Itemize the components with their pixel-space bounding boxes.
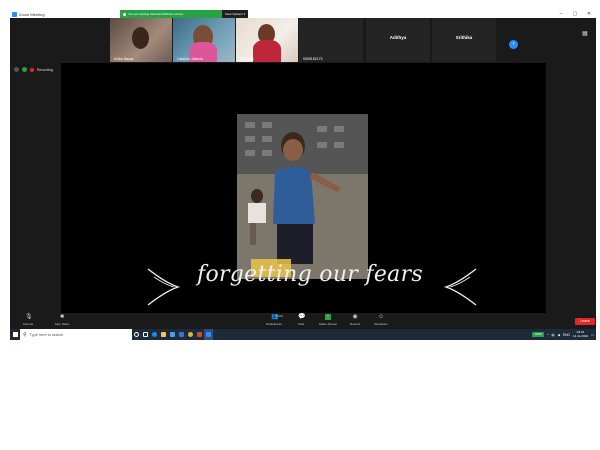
maximize-button[interactable]: ▢	[568, 10, 582, 18]
record-icon: ◉	[352, 314, 358, 320]
close-button[interactable]: ✕	[582, 10, 596, 18]
stop-video-button[interactable]: ■ Stop Video	[46, 314, 78, 328]
participant-name: Adithya	[389, 35, 407, 40]
participant-name: Bhuthavi	[240, 57, 254, 61]
recording-label: Recording	[37, 67, 53, 72]
task-view-icon[interactable]	[141, 329, 150, 340]
gallery-view-icon[interactable]: ▦	[582, 30, 592, 38]
share-screen-icon: ↑	[325, 314, 331, 320]
microphone-icon: 🎙	[25, 314, 33, 320]
video-camera-icon: ■	[60, 314, 64, 320]
participant-tile[interactable]: 9309152173	[299, 18, 363, 62]
notifications-icon[interactable]: ▭	[591, 333, 594, 337]
volume-icon[interactable]: ◀	[557, 333, 559, 337]
system-tray: 100% ^ ▤ ◀ ENG 08:24 12-11-2020 ▭	[532, 329, 594, 340]
zoom-app-icon	[12, 11, 17, 17]
window-title: Zoom Meeting	[19, 11, 45, 17]
shared-photo-scene	[237, 114, 368, 279]
screen-share-banner: You are viewing Santoshi Mishra's screen…	[120, 10, 248, 18]
participant-video-feed	[132, 27, 149, 49]
chat-icon: 💬	[298, 314, 306, 320]
participant-tile[interactable]: Adithya	[366, 18, 430, 62]
shared-caption: forgetting our fears	[197, 262, 423, 287]
screen: Zoom Meeting – ▢ ✕ You are viewing Santo…	[10, 10, 596, 340]
participant-tile[interactable]: Srithika	[432, 18, 496, 62]
share-status-text: You are viewing Santoshi Mishra's screen	[128, 12, 184, 16]
participants-count: 102	[278, 314, 284, 318]
shield-icon[interactable]	[22, 67, 27, 72]
participant-tile[interactable]: Lakshmi Jakkula	[173, 18, 235, 62]
participants-icon: 👥	[271, 314, 279, 320]
battery-indicator[interactable]: 100%	[532, 332, 544, 337]
participant-name: 9309152173	[303, 57, 323, 61]
right-flourish-icon	[443, 268, 477, 306]
reactions-icon: ☺	[378, 314, 385, 320]
view-options-button[interactable]: View Options ▾	[222, 12, 248, 16]
network-icon[interactable]: ▤	[551, 333, 554, 337]
tray-chevron-icon[interactable]: ^	[547, 333, 549, 337]
unmute-button[interactable]: 🎙 Unmute	[12, 314, 44, 328]
leave-button[interactable]: Leave	[575, 318, 595, 325]
participant-strip: Anika Basak Lakshmi Jakkula Bhuthavi 930…	[10, 18, 596, 64]
recording-indicator: Recording	[14, 67, 53, 72]
file-explorer-icon[interactable]	[159, 329, 168, 340]
clock-date: 12-11-2020	[572, 333, 588, 338]
language-indicator[interactable]: ENG	[563, 333, 570, 337]
participant-name: Srithika	[455, 35, 473, 40]
title-bar: Zoom Meeting – ▢ ✕	[10, 10, 596, 18]
windows-logo-icon	[12, 332, 18, 337]
mail-icon[interactable]	[177, 329, 186, 340]
chrome-icon[interactable]	[186, 329, 195, 340]
clock[interactable]: 08:24 12-11-2020	[572, 330, 588, 339]
participant-clothing	[253, 40, 281, 62]
search-icon: ⚲	[23, 331, 27, 338]
taskbar-search[interactable]: ⚲ Type here to search	[20, 329, 132, 340]
share-status: You are viewing Santoshi Mishra's screen	[120, 10, 223, 18]
meeting-toolbar: 🎙 Unmute ■ Stop Video 👥 Participants 102…	[10, 313, 596, 329]
cortana-icon[interactable]	[132, 329, 141, 340]
start-button[interactable]	[10, 329, 20, 340]
record-dot-icon	[30, 67, 34, 72]
participant-tile[interactable]: Anika Basak	[110, 18, 172, 62]
participant-name: Lakshmi Jakkula	[177, 57, 203, 61]
powerpoint-icon[interactable]	[195, 329, 204, 340]
zoom-taskbar-icon[interactable]	[204, 329, 213, 340]
shared-photo	[237, 114, 368, 279]
store-icon[interactable]	[168, 329, 177, 340]
edge-icon[interactable]	[150, 329, 159, 340]
participant-tile[interactable]: Bhuthavi	[236, 18, 298, 62]
meeting-info-icon[interactable]	[14, 67, 19, 72]
share-status-dot-icon	[123, 12, 126, 16]
taskbar: ⚲ Type here to search 100% ^ ▤ ◀ ENG 08:…	[10, 329, 596, 340]
minimize-button[interactable]: –	[554, 10, 568, 18]
reactions-button[interactable]: ☺ Reactions	[365, 314, 397, 328]
participant-name: Anika Basak	[114, 57, 134, 61]
taskbar-search-placeholder: Type here to search	[29, 332, 64, 337]
next-participants-icon[interactable]: ›	[509, 40, 518, 49]
